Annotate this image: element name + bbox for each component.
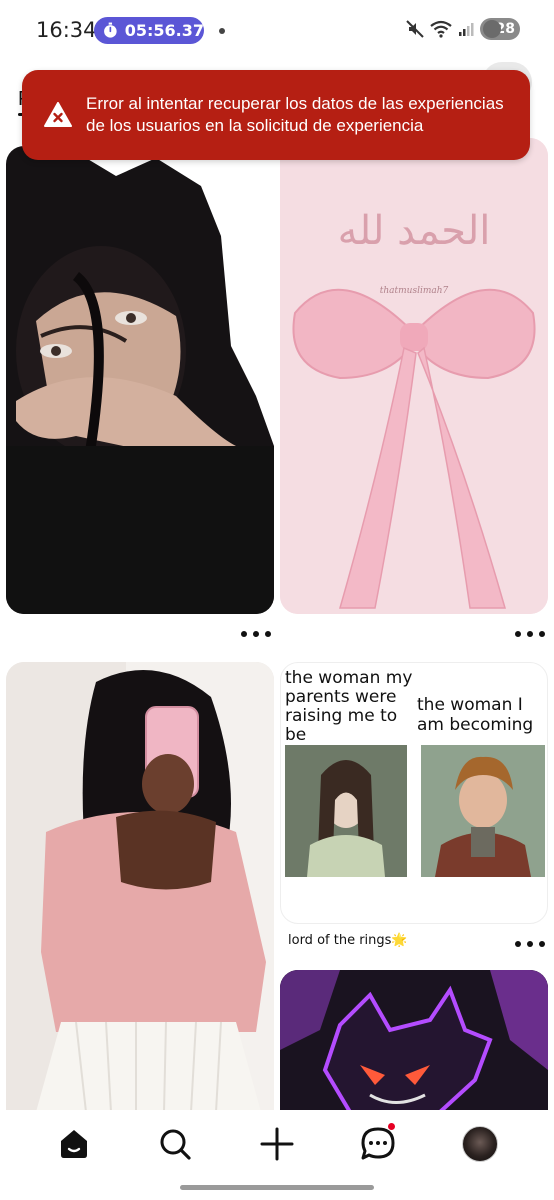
battery-icon: 28 [480, 18, 520, 40]
pin-image-portrait [6, 146, 274, 614]
create-icon [260, 1127, 294, 1161]
meme-image-right [421, 745, 545, 877]
mute-icon [406, 20, 424, 38]
pin-image-selfie [6, 662, 274, 1112]
signal-icon [459, 23, 474, 36]
search-icon [160, 1129, 191, 1160]
messages-icon [361, 1127, 395, 1160]
pin-image-gengar [280, 970, 548, 1112]
pin-card-selfie[interactable] [6, 662, 274, 1112]
nav-search[interactable] [153, 1122, 197, 1166]
pin-title: lord of the rings🌟 [288, 933, 408, 948]
error-message: Error al intentar recuperar los datos de… [86, 94, 504, 135]
error-toast[interactable]: Error al intentar recuperar los datos de… [22, 70, 530, 160]
pin-card-meme[interactable]: the woman my parents were raising me to … [280, 662, 548, 924]
calligraphy-text: الحمد لله [337, 208, 491, 254]
nav-messages[interactable] [356, 1122, 400, 1166]
charging-icon [483, 20, 501, 38]
nav-profile[interactable] [458, 1122, 502, 1166]
wifi-icon [430, 20, 452, 38]
stopwatch-icon [104, 22, 117, 38]
timer-value: 05:56.37 [124, 21, 204, 40]
pin-more-button[interactable] [515, 627, 545, 641]
status-time: 16:34 [36, 18, 97, 42]
nav-create[interactable] [255, 1122, 299, 1166]
signature-text: thatmuslimah7 [379, 286, 449, 296]
home-indicator[interactable] [180, 1185, 374, 1190]
notification-dot [219, 28, 225, 34]
pin-card-bow[interactable]: الحمد لله thatmuslimah7 [280, 138, 548, 614]
timer-chip[interactable]: 05:56.37 [94, 17, 204, 44]
pin-card-gengar[interactable] [280, 970, 548, 1112]
pin-more-button[interactable] [241, 627, 271, 641]
meme-image-left [285, 745, 407, 877]
nav-home[interactable] [52, 1122, 96, 1166]
pin-more-button[interactable] [515, 937, 545, 951]
pin-card-portrait[interactable] [6, 146, 274, 614]
meme-caption-left: the woman my parents were raising me to … [285, 668, 413, 745]
notification-badge [387, 1122, 396, 1131]
meme-caption-right: the woman I am becoming [417, 695, 534, 735]
status-bar: 16:34 05:56.37 28 [0, 0, 554, 64]
avatar [462, 1126, 498, 1162]
warning-icon [44, 102, 72, 127]
home-icon [61, 1130, 87, 1158]
